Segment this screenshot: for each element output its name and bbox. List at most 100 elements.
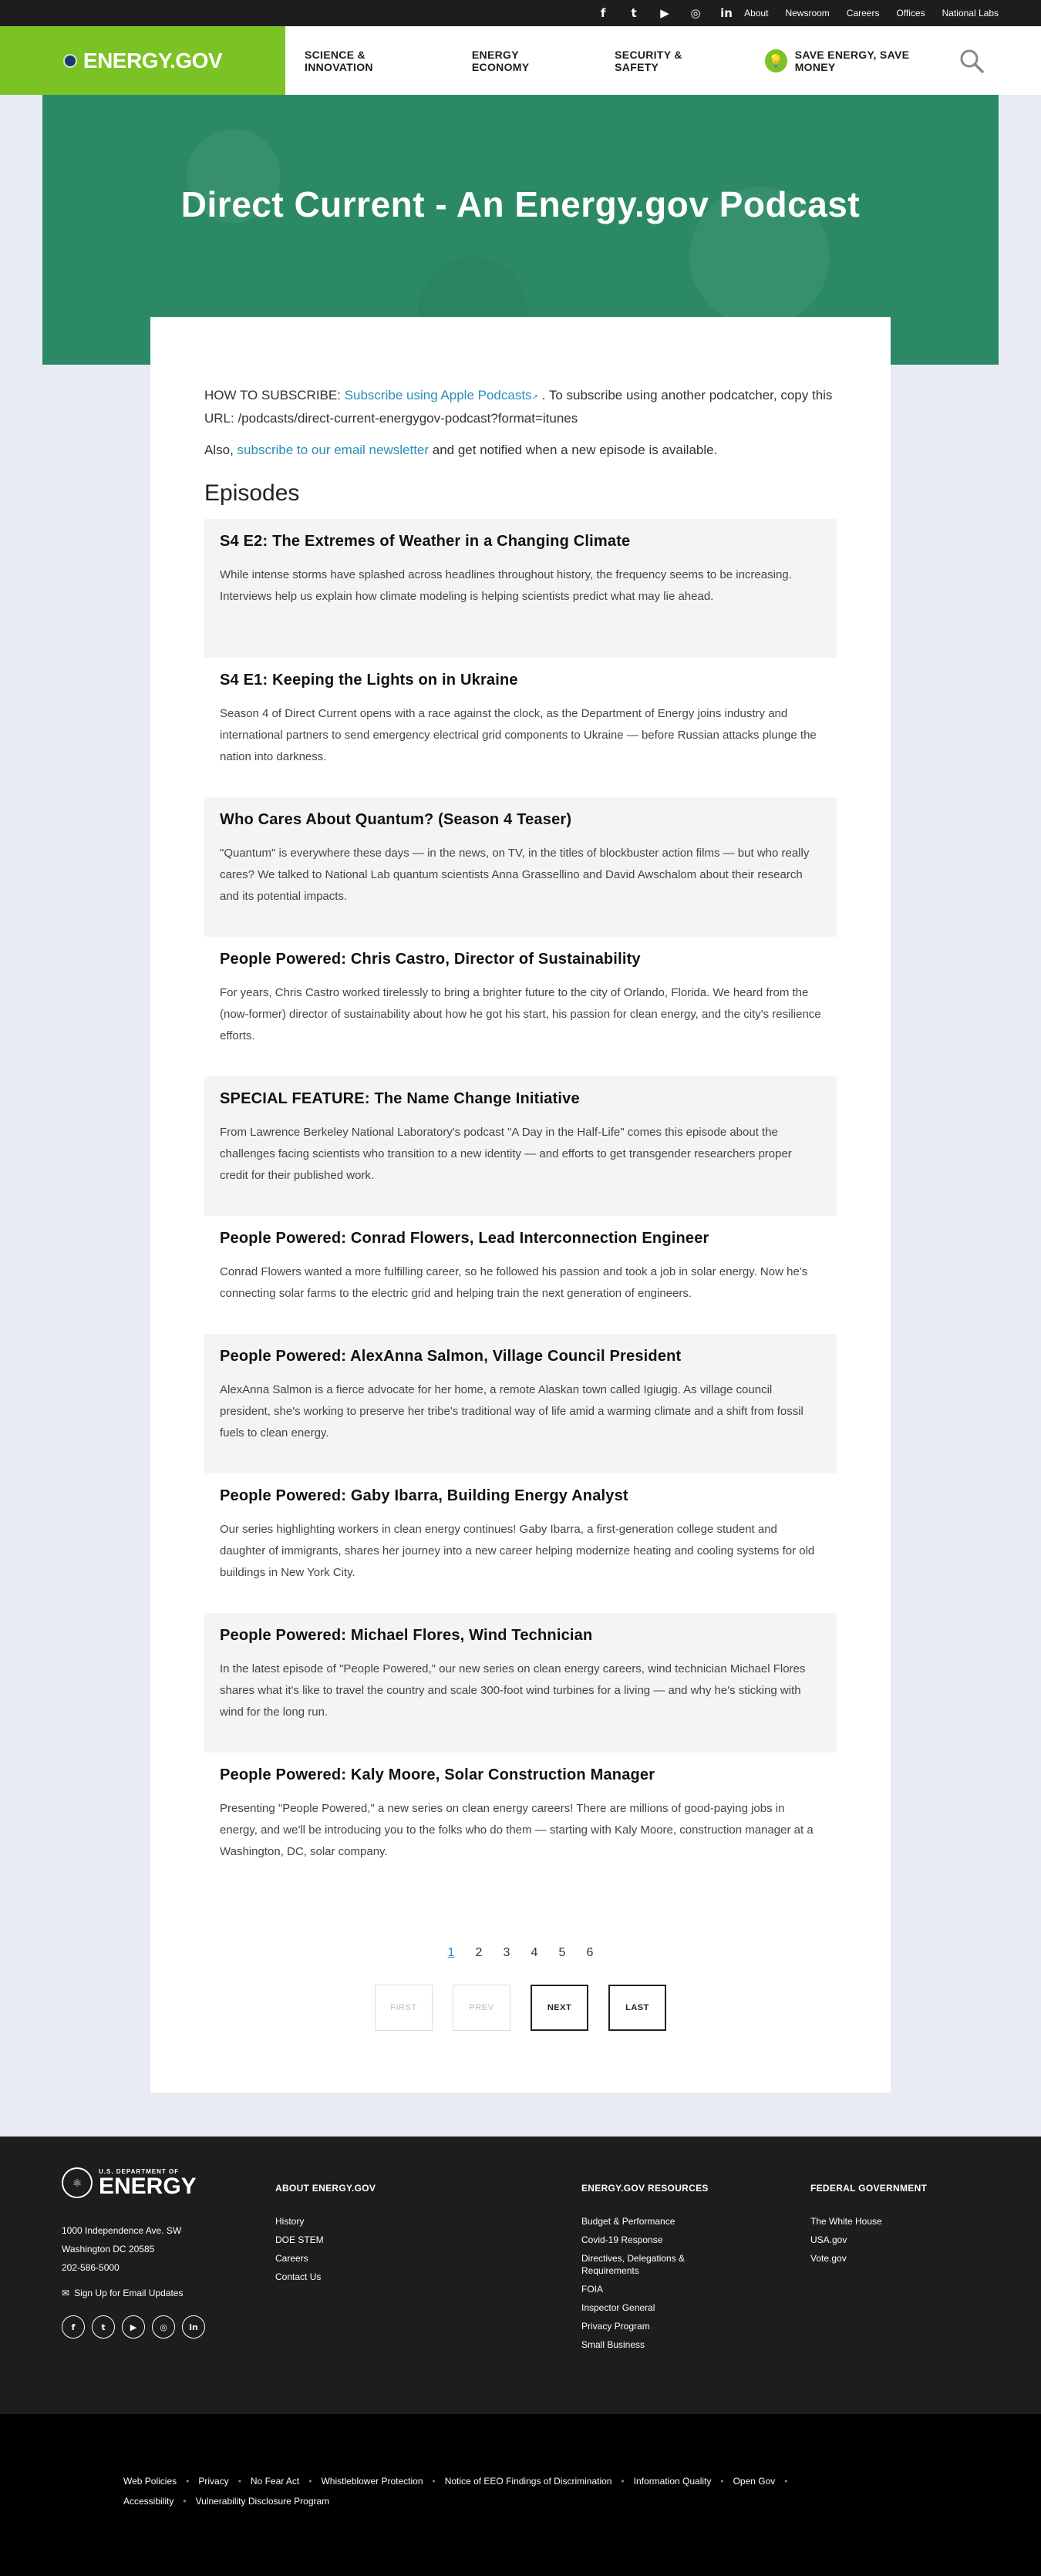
footer-link-budget[interactable]: Budget & Performance xyxy=(581,2215,720,2227)
nav-energy-economy[interactable]: ENERGY ECONOMY xyxy=(472,49,576,73)
footer-federal-heading: FEDERAL GOVERNMENT xyxy=(810,2183,928,2194)
policy-link[interactable]: Whistleblower Protection xyxy=(321,2476,423,2487)
nav-security-safety[interactable]: SECURITY & SAFETY xyxy=(615,49,726,73)
episode-item: Who Cares About Quantum? (Season 4 Tease… xyxy=(204,797,837,937)
nav-science-innovation[interactable]: SCIENCE & INNOVATION xyxy=(305,49,433,73)
policy-link[interactable]: Vulnerability Disclosure Program xyxy=(196,2496,330,2507)
episode-title-link[interactable]: S4 E2: The Extremes of Weather in a Chan… xyxy=(220,533,630,550)
episode-summary: Conrad Flowers wanted a more fulfilling … xyxy=(220,1265,808,1300)
episode-title-link[interactable]: People Powered: Michael Flores, Wind Tec… xyxy=(220,1627,592,1644)
brand-logo-link[interactable]: ENERGY.GOV xyxy=(0,26,285,95)
apple-podcasts-link[interactable]: Subscribe using Apple Podcasts xyxy=(345,388,532,402)
footer-link-small-business[interactable]: Small Business xyxy=(581,2339,720,2351)
utility-link-offices[interactable]: Offices xyxy=(896,8,925,19)
episode-item: SPECIAL FEATURE: The Name Change Initiat… xyxy=(204,1076,837,1216)
utility-link-about[interactable]: About xyxy=(744,8,768,19)
policy-link[interactable]: Information Quality xyxy=(634,2476,712,2487)
footer-link-privacy-program[interactable]: Privacy Program xyxy=(581,2320,720,2332)
policy-link[interactable]: Notice of EEO Findings of Discrimination xyxy=(445,2476,612,2487)
policy-link[interactable]: Accessibility xyxy=(123,2496,174,2507)
footer-link-covid[interactable]: Covid-19 Response xyxy=(581,2234,720,2246)
subscribe-instructions: HOW TO SUBSCRIBE: Subscribe using Apple … xyxy=(204,385,837,429)
instagram-icon[interactable]: ◎ xyxy=(152,2315,175,2339)
page-link-5[interactable]: 5 xyxy=(556,1946,568,1960)
content-bottom-spacer xyxy=(0,2093,1041,2137)
footer-link-foia[interactable]: FOIA xyxy=(581,2283,720,2295)
youtube-icon[interactable]: ▶ xyxy=(122,2315,145,2339)
main-header: ENERGY.GOV SCIENCE & INNOVATION ENERGY E… xyxy=(0,26,1041,95)
page-link-3[interactable]: 3 xyxy=(500,1946,513,1960)
site-footer: ⚛ U.S. DEPARTMENT OF ENERGY 1000 Indepen… xyxy=(0,2137,1041,2414)
page-link-1[interactable]: 1 xyxy=(445,1946,457,1960)
prev-page-button[interactable]: PREV xyxy=(453,1985,510,2031)
footer-link-inspector-general[interactable]: Inspector General xyxy=(581,2302,720,2314)
episode-title-link[interactable]: Who Cares About Quantum? (Season 4 Tease… xyxy=(220,811,571,828)
footer-link-careers[interactable]: Careers xyxy=(275,2252,581,2265)
newsletter-suffix: and get notified when a new episode is a… xyxy=(429,443,718,457)
page-link-2[interactable]: 2 xyxy=(473,1946,485,1960)
first-page-button[interactable]: FIRST xyxy=(375,1985,433,2031)
episode-item: People Powered: AlexAnna Salmon, Village… xyxy=(204,1334,837,1473)
episode-list: S4 E2: The Extremes of Weather in a Chan… xyxy=(204,519,837,1892)
episode-title-link[interactable]: SPECIAL FEATURE: The Name Change Initiat… xyxy=(220,1090,580,1107)
footer-about-column: ABOUT ENERGY.GOV History DOE STEM Career… xyxy=(275,2167,581,2414)
twitter-icon[interactable]: t xyxy=(92,2315,115,2339)
pagination-buttons: FIRST PREV NEXT LAST xyxy=(204,1985,837,2031)
policy-link[interactable]: Privacy xyxy=(198,2476,228,2487)
page-link-6[interactable]: 6 xyxy=(584,1946,596,1960)
youtube-icon[interactable]: ▶ xyxy=(658,6,672,20)
separator-dot: • xyxy=(308,2476,312,2487)
footer-link-contact-us[interactable]: Contact Us xyxy=(275,2271,581,2283)
episode-title-link[interactable]: People Powered: Chris Castro, Director o… xyxy=(220,951,641,968)
bottom-policy-links: Web Policies • Privacy • No Fear Act • Whistle… xyxy=(123,2476,864,2507)
footer-link-history[interactable]: History xyxy=(275,2215,581,2227)
episode-item: People Powered: Kaly Moore, Solar Constr… xyxy=(204,1753,837,1892)
footer-link-doe-stem[interactable]: DOE STEM xyxy=(275,2234,581,2246)
bottom-bar: Web Policies • Privacy • No Fear Act • Whistle… xyxy=(0,2414,1041,2576)
utility-bar: f t ▶ ◎ in About Newsroom Careers Offices Na… xyxy=(0,0,1041,26)
policy-link[interactable]: Web Policies xyxy=(123,2476,177,2487)
utility-link-newsroom[interactable]: Newsroom xyxy=(785,8,829,19)
episode-title-link[interactable]: People Powered: Gaby Ibarra, Building En… xyxy=(220,1487,628,1504)
search-icon xyxy=(960,49,984,73)
policy-link[interactable]: Open Gov xyxy=(733,2476,776,2487)
utility-link-careers[interactable]: Careers xyxy=(847,8,880,19)
newsletter-link[interactable]: subscribe to our email newsletter xyxy=(238,443,430,457)
content-card: HOW TO SUBSCRIBE: Subscribe using Apple … xyxy=(150,317,891,2093)
facebook-icon[interactable]: f xyxy=(62,2315,85,2339)
episode-item: People Powered: Gaby Ibarra, Building En… xyxy=(204,1473,837,1613)
footer-link-usa-gov[interactable]: USA.gov xyxy=(810,2234,927,2246)
instagram-icon[interactable]: ◎ xyxy=(689,6,702,20)
episode-summary: While intense storms have splashed acros… xyxy=(220,568,792,603)
content-area: HOW TO SUBSCRIBE: Subscribe using Apple … xyxy=(0,317,1041,2137)
episode-title-link[interactable]: People Powered: Kaly Moore, Solar Constr… xyxy=(220,1766,655,1783)
episodes-heading: Episodes xyxy=(204,480,300,506)
linkedin-icon[interactable]: in xyxy=(719,6,733,20)
episode-title-link[interactable]: People Powered: AlexAnna Salmon, Village… xyxy=(220,1348,681,1365)
footer-link-white-house[interactable]: The White House xyxy=(810,2215,927,2227)
twitter-icon[interactable]: t xyxy=(627,6,641,20)
footer-link-directives[interactable]: Directives, Delegations & Requirements xyxy=(581,2252,720,2277)
utility-link-national-labs[interactable]: National Labs xyxy=(942,8,999,19)
email-signup-link[interactable]: ✉ Sign Up for Email Updates xyxy=(62,2288,275,2298)
next-page-button[interactable]: NEXT xyxy=(531,1985,588,2031)
doe-footer-logo[interactable]: ⚛ U.S. DEPARTMENT OF ENERGY xyxy=(62,2167,275,2198)
policy-link[interactable]: No Fear Act xyxy=(251,2476,299,2487)
episode-title-link[interactable]: S4 E1: Keeping the Lights on in Ukraine xyxy=(220,672,518,689)
page-link-4[interactable]: 4 xyxy=(528,1946,541,1960)
bottom-link-item: Whistleblower Protection • xyxy=(321,2476,444,2487)
newsletter-note: Also, subscribe to our email newsletter … xyxy=(204,439,837,460)
separator-dot: • xyxy=(621,2476,625,2487)
episode-summary: Presenting "People Powered," a new serie… xyxy=(220,1802,814,1858)
episode-summary: "Quantum" is everywhere these days — in … xyxy=(220,847,810,903)
episode-title-link[interactable]: People Powered: Conrad Flowers, Lead Int… xyxy=(220,1230,709,1247)
search-button[interactable] xyxy=(948,26,995,95)
bottom-link-item: Privacy • xyxy=(198,2476,251,2487)
footer-link-vote-gov[interactable]: Vote.gov xyxy=(810,2252,927,2265)
last-page-button[interactable]: LAST xyxy=(608,1985,666,2031)
facebook-icon[interactable]: f xyxy=(596,6,610,20)
episode-summary: For years, Chris Castro worked tirelessl… xyxy=(220,986,821,1042)
utility-links: About Newsroom Careers Offices National … xyxy=(744,8,999,19)
nav-save-energy[interactable]: 💡 SAVE ENERGY, SAVE MONEY xyxy=(764,49,948,73)
linkedin-icon[interactable]: in xyxy=(182,2315,205,2339)
